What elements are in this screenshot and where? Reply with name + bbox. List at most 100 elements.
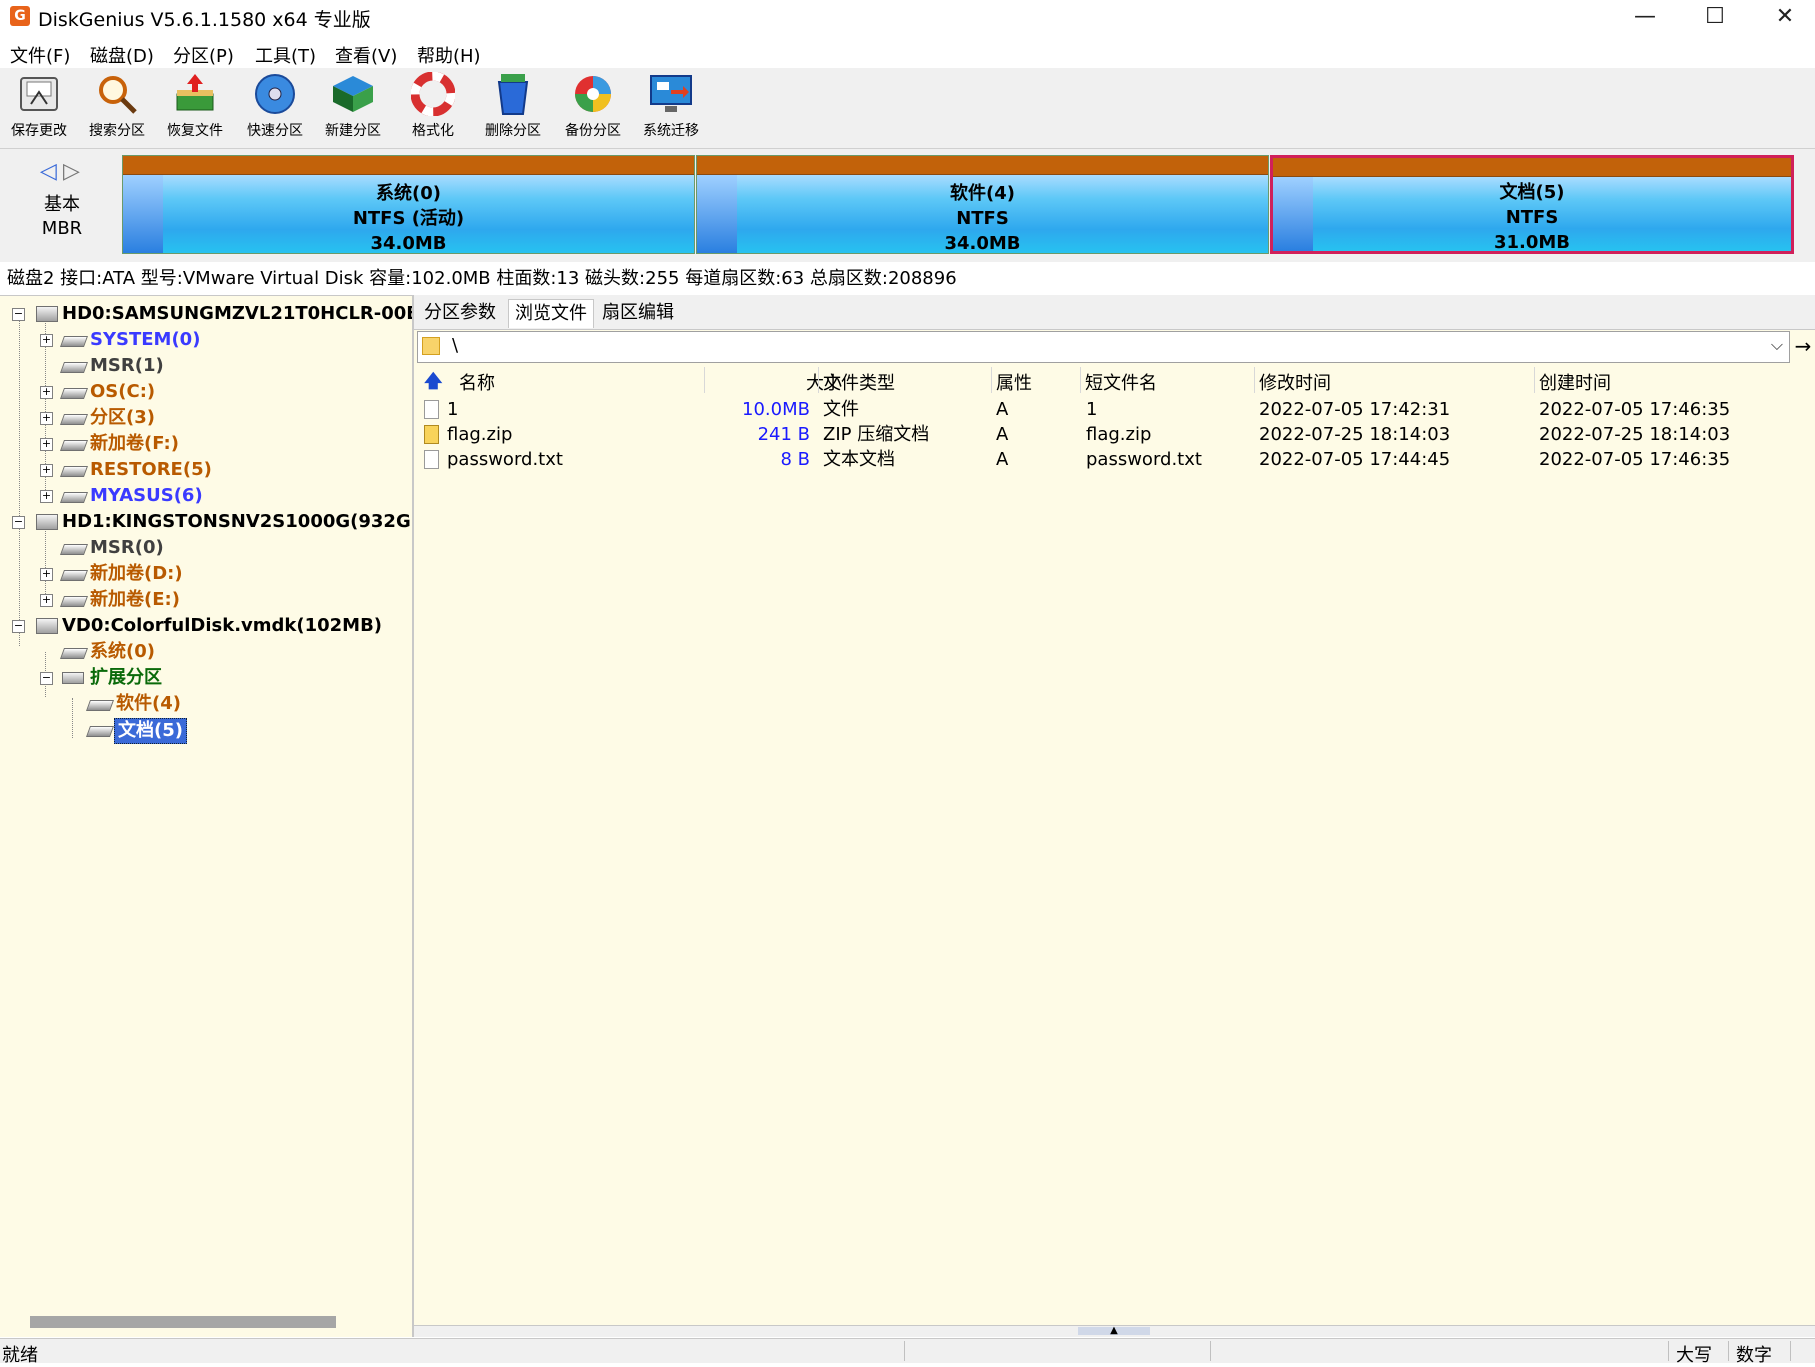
system-migrate-icon bbox=[649, 72, 693, 116]
splitter-up-arrow-icon[interactable]: ▲ bbox=[1078, 1326, 1150, 1336]
tree-label: RESTORE(5) bbox=[90, 459, 212, 480]
go-arrow-icon[interactable]: → bbox=[1792, 331, 1814, 363]
extended-partition-icon bbox=[62, 672, 84, 684]
tab-partition-params[interactable]: 分区参数 bbox=[418, 299, 502, 327]
file-attr: A bbox=[996, 449, 1009, 470]
tab-sector-editor[interactable]: 扇区编辑 bbox=[596, 299, 680, 327]
collapse-icon[interactable]: − bbox=[40, 672, 53, 685]
menu-disk[interactable]: 磁盘(D) bbox=[90, 42, 154, 68]
expand-icon[interactable]: + bbox=[40, 386, 53, 399]
delete-partition-button[interactable]: 删除分区 bbox=[476, 72, 550, 144]
format-button[interactable]: 格式化 bbox=[396, 71, 470, 144]
column-header-created[interactable]: 创建时间 bbox=[1539, 369, 1611, 395]
toolbar: 保存更改 搜索分区 恢复文件 快速分区 新建分区 格式化 删除分区 备份分区 系… bbox=[0, 68, 1815, 149]
partition-size: 31.0MB bbox=[1493, 232, 1571, 253]
up-folder-icon[interactable]: 🡅 bbox=[424, 369, 443, 399]
nav-next-icon[interactable]: ▷ bbox=[63, 159, 80, 184]
file-icon bbox=[424, 450, 439, 469]
partition-block-software[interactable]: 软件(4) NTFS 34.0MB bbox=[696, 155, 1269, 254]
volume-icon bbox=[85, 726, 115, 737]
hard-disk-icon bbox=[36, 618, 58, 634]
volume-icon bbox=[85, 700, 115, 711]
file-modified: 2022-07-05 17:44:45 bbox=[1259, 449, 1451, 470]
tab-browse-files[interactable]: 浏览文件 bbox=[508, 299, 594, 328]
recover-files-button[interactable]: 恢复文件 bbox=[158, 72, 232, 144]
tree-label: 新加卷(F:) bbox=[90, 433, 179, 454]
disk-tree-pane: − HD0:SAMSUNGMZVL21T0HCLR-00B0( + SYSTEM… bbox=[0, 295, 414, 1337]
backup-partition-button[interactable]: 备份分区 bbox=[556, 72, 630, 144]
tree-label: OS(C:) bbox=[90, 381, 156, 402]
path-input[interactable]: \ bbox=[452, 335, 458, 356]
collapse-icon[interactable]: − bbox=[12, 516, 25, 529]
menu-tools[interactable]: 工具(T) bbox=[255, 42, 316, 68]
file-modified: 2022-07-05 17:42:31 bbox=[1259, 399, 1451, 420]
file-created: 2022-07-05 17:46:35 bbox=[1539, 399, 1731, 420]
expand-icon[interactable]: + bbox=[40, 568, 53, 581]
tree-label: HD0:SAMSUNGMZVL21T0HCLR-00B0( bbox=[62, 303, 414, 324]
file-short-name: flag.zip bbox=[1086, 424, 1152, 445]
expand-icon[interactable]: + bbox=[40, 464, 53, 477]
file-row[interactable]: password.txt 8 B 文本文档 A password.txt 202… bbox=[414, 447, 1815, 472]
volume-icon bbox=[59, 414, 89, 425]
file-row[interactable]: flag.zip 241 B ZIP 压缩文档 A flag.zip 2022-… bbox=[414, 422, 1815, 447]
partition-name: 系统(0) bbox=[376, 183, 441, 204]
column-header-name[interactable]: 名称 bbox=[459, 369, 495, 395]
collapse-icon[interactable]: − bbox=[12, 620, 25, 633]
volume-icon bbox=[59, 466, 89, 477]
nav-prev-icon[interactable]: ◁ bbox=[40, 159, 57, 184]
expand-icon[interactable]: + bbox=[40, 412, 53, 425]
column-header-short-name[interactable]: 短文件名 bbox=[1085, 369, 1157, 395]
tree-horizontal-scrollbar[interactable] bbox=[30, 1316, 336, 1328]
tree-label: HD1:KINGSTONSNV2S1000G(932GB) bbox=[62, 511, 414, 532]
expand-icon[interactable]: + bbox=[40, 490, 53, 503]
file-short-name: 1 bbox=[1086, 399, 1098, 420]
partition-size: 34.0MB bbox=[370, 233, 447, 254]
status-bar: 就绪 大写 数字 bbox=[0, 1338, 1815, 1366]
folder-icon bbox=[422, 337, 440, 355]
expand-icon[interactable]: + bbox=[40, 438, 53, 451]
new-partition-button[interactable]: 新建分区 bbox=[316, 72, 390, 144]
tool-label: 新建分区 bbox=[325, 123, 381, 139]
tree-label: MSR(0) bbox=[90, 537, 164, 558]
partition-name: 软件(4) bbox=[950, 183, 1015, 204]
file-size: 8 B bbox=[780, 449, 810, 470]
column-header-attr[interactable]: 属性 bbox=[996, 369, 1032, 395]
volume-icon bbox=[59, 544, 89, 555]
volume-icon bbox=[59, 336, 89, 347]
path-bar[interactable]: \ ⌵ bbox=[417, 331, 1790, 363]
tree-label: MYASUS(6) bbox=[90, 485, 203, 506]
system-migration-button[interactable]: 系统迁移 bbox=[634, 72, 708, 144]
partition-block-system[interactable]: 系统(0) NTFS (活动) 34.0MB bbox=[122, 155, 695, 254]
tool-label: 保存更改 bbox=[11, 123, 67, 139]
tree-label: 新加卷(D:) bbox=[90, 563, 183, 584]
column-header-modified[interactable]: 修改时间 bbox=[1259, 369, 1331, 395]
save-changes-button[interactable]: 保存更改 bbox=[2, 72, 76, 144]
file-short-name: password.txt bbox=[1086, 449, 1202, 470]
tool-label: 删除分区 bbox=[485, 123, 541, 139]
maximize-button[interactable]: ☐ bbox=[1680, 0, 1750, 33]
tree-label: MSR(1) bbox=[90, 355, 164, 376]
menu-partition[interactable]: 分区(P) bbox=[173, 42, 234, 68]
collapse-icon[interactable]: − bbox=[12, 308, 25, 321]
file-list: 🡅 名称 大小 文件类型 属性 短文件名 修改时间 创建时间 1 10.0MB … bbox=[414, 365, 1815, 1325]
menu-file[interactable]: 文件(F) bbox=[10, 42, 70, 68]
expand-icon[interactable]: + bbox=[40, 334, 53, 347]
tree-label-selected: 文档(5) bbox=[114, 718, 187, 744]
chevron-down-icon[interactable]: ⌵ bbox=[1771, 335, 1783, 355]
minimize-button[interactable]: — bbox=[1610, 0, 1680, 33]
column-header-type[interactable]: 文件类型 bbox=[823, 369, 895, 395]
basic-label: 基本 bbox=[44, 194, 80, 215]
quick-partition-button[interactable]: 快速分区 bbox=[238, 72, 312, 144]
menu-help[interactable]: 帮助(H) bbox=[417, 42, 481, 68]
tool-label: 搜索分区 bbox=[89, 123, 145, 139]
expand-icon[interactable]: + bbox=[40, 594, 53, 607]
close-button[interactable]: ✕ bbox=[1750, 0, 1815, 33]
status-caps-lock: 大写 bbox=[1676, 1345, 1712, 1366]
file-row[interactable]: 1 10.0MB 文件 A 1 2022-07-05 17:42:31 2022… bbox=[414, 397, 1815, 422]
recover-files-icon bbox=[173, 72, 217, 116]
menu-view[interactable]: 查看(V) bbox=[335, 42, 397, 68]
quick-partition-icon bbox=[253, 72, 297, 116]
search-partition-button[interactable]: 搜索分区 bbox=[80, 72, 154, 144]
partition-block-documents[interactable]: 文档(5) NTFS 31.0MB bbox=[1270, 155, 1794, 254]
splitter-bar[interactable]: ▲ bbox=[414, 1325, 1815, 1337]
